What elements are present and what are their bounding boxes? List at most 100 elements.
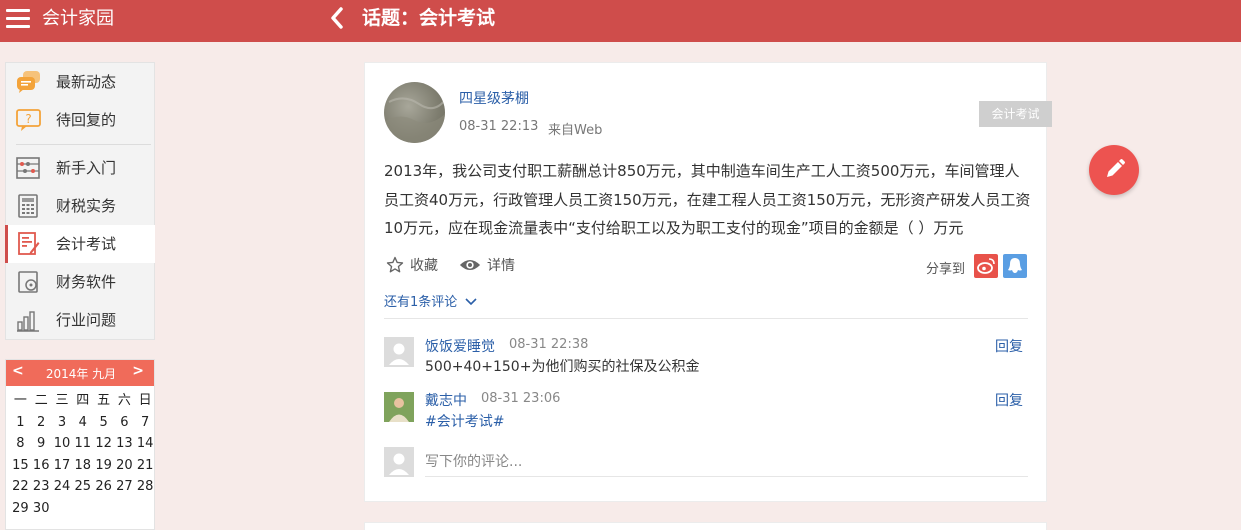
reply-button[interactable]: 回复	[995, 390, 1023, 410]
sidebar-item-accounting-exam[interactable]: 会计考试	[5, 225, 155, 263]
calendar-day[interactable]: 24	[52, 476, 73, 498]
bar-chart-icon	[16, 308, 40, 332]
sidebar-item-tax-practice[interactable]: 财税实务	[6, 187, 155, 225]
sidebar-item-pending-reply[interactable]: ? 待回复的	[6, 101, 155, 139]
calendar-day[interactable]: 30	[31, 498, 52, 520]
calendar-header: < 2014年 九月 >	[6, 360, 154, 386]
calendar-weekday: 四	[76, 393, 90, 408]
calendar-weekday: 三	[55, 393, 69, 408]
weibo-icon	[977, 258, 995, 274]
calendar-day[interactable]: 12	[93, 433, 114, 455]
disk-icon	[16, 270, 40, 294]
sidebar-item-beginner[interactable]: 新手入门	[6, 149, 155, 187]
detail-button[interactable]: 详情	[459, 255, 515, 275]
calendar-day[interactable]: 8	[10, 433, 31, 455]
svg-text:?: ?	[25, 112, 31, 126]
calculator-icon	[16, 194, 40, 218]
calendar-day[interactable]: 18	[72, 455, 93, 477]
sidebar-item-label: 最新动态	[56, 73, 117, 91]
calendar-day[interactable]: 10	[52, 433, 73, 455]
pencil-icon	[1107, 159, 1125, 177]
top-bar: 会计家园 话题：会计考试	[0, 0, 1241, 42]
default-avatar-icon	[384, 337, 414, 367]
share-weibo-button[interactable]	[974, 254, 998, 278]
calendar-day[interactable]: 13	[114, 433, 135, 455]
chevron-down-icon	[465, 298, 477, 306]
detail-label: 详情	[487, 258, 515, 274]
calendar-day[interactable]: 7	[135, 412, 156, 434]
sidebar-item-label: 财税实务	[56, 197, 117, 215]
comment-author[interactable]: 戴志中	[425, 390, 467, 410]
sidebar-item-latest[interactable]: 最新动态	[6, 63, 155, 101]
sidebar: 最新动态 ? 待回复的 新手入门 财税实务 会计考试 财务软件 行业问题	[5, 62, 155, 340]
user-photo-icon	[384, 392, 414, 422]
favorite-button[interactable]: 收藏	[386, 255, 438, 275]
avatar[interactable]	[384, 82, 445, 143]
post-time: 08-31 22:13	[459, 119, 539, 134]
calendar-day[interactable]: 17	[52, 455, 73, 477]
post-author[interactable]: 四星级茅棚	[459, 88, 529, 108]
qq-icon	[1008, 258, 1022, 273]
comment-time: 08-31 22:38	[509, 337, 589, 352]
comment-avatar[interactable]	[384, 392, 414, 422]
calendar-day[interactable]: 6	[114, 412, 135, 434]
calendar-weekday: 日	[138, 393, 152, 408]
comments-divider	[384, 318, 1028, 319]
abacus-icon	[16, 156, 40, 180]
compose-button[interactable]	[1089, 145, 1139, 195]
calendar-day[interactable]: 28	[135, 476, 156, 498]
sidebar-item-label: 待回复的	[56, 111, 117, 129]
comment-time: 08-31 23:06	[481, 391, 561, 406]
more-comments-label: 还有1条评论	[384, 295, 458, 310]
calendar-day[interactable]: 29	[10, 498, 31, 520]
calendar-day[interactable]: 19	[93, 455, 114, 477]
post-body: 2013年，我公司支付职工薪酬总计850万元，其中制造车间生产工人工资500万元…	[384, 162, 1031, 237]
calendar-day[interactable]: 5	[93, 412, 114, 434]
calendar-grid: 一 二 三 四 五 六 日 1 2 3 4 5 6 7 8 9 10 11 12 13 14 15 16 17 1…	[6, 386, 154, 519]
reply-button[interactable]: 回复	[995, 336, 1023, 356]
hamburger-menu-icon[interactable]	[6, 9, 30, 29]
calendar-day[interactable]: 2	[31, 412, 52, 434]
calendar-day[interactable]: 3	[52, 412, 73, 434]
sidebar-item-industry-questions[interactable]: 行业问题	[6, 301, 155, 339]
more-comments-link[interactable]: 还有1条评论	[384, 291, 477, 310]
sidebar-item-label: 财务软件	[56, 273, 117, 291]
calendar-day[interactable]: 25	[72, 476, 93, 498]
calendar-day[interactable]: 20	[114, 455, 135, 477]
topic-tag[interactable]: 会计考试	[979, 101, 1052, 127]
calendar-weekday: 五	[97, 393, 111, 408]
calendar-next-button[interactable]: >	[132, 363, 144, 379]
favorite-label: 收藏	[410, 258, 438, 274]
calendar-day[interactable]: 4	[72, 412, 93, 434]
calendar: < 2014年 九月 > 一 二 三 四 五 六 日 1 2 3 4 5 6 7 8 9 10 11…	[5, 359, 155, 530]
share-qq-button[interactable]	[1003, 254, 1027, 278]
comment-author[interactable]: 饭饭爱睡觉	[425, 336, 495, 356]
calendar-day[interactable]: 14	[135, 433, 156, 455]
calendar-day[interactable]: 16	[31, 455, 52, 477]
back-icon[interactable]	[330, 7, 344, 34]
sidebar-divider	[16, 144, 151, 145]
calendar-day[interactable]: 23	[31, 476, 52, 498]
calendar-day[interactable]: 22	[10, 476, 31, 498]
comment-avatar[interactable]	[384, 337, 414, 367]
post-card: 四星级茅棚 08-31 22:13 来自Web 会计考试 2013年，我公司支付…	[364, 62, 1052, 502]
calendar-day[interactable]: 11	[72, 433, 93, 455]
page-title: 话题：会计考试	[362, 7, 496, 29]
calendar-day[interactable]: 9	[31, 433, 52, 455]
calendar-day[interactable]: 27	[114, 476, 135, 498]
calendar-weekday: 六	[117, 393, 131, 408]
sidebar-item-label: 新手入门	[56, 159, 117, 177]
question-icon: ?	[16, 108, 41, 132]
calendar-day[interactable]: 15	[10, 455, 31, 477]
calendar-weekday: 一	[13, 393, 27, 408]
exam-doc-icon	[16, 232, 40, 256]
comment-topic-link[interactable]: #会计考试#	[425, 411, 504, 431]
calendar-day[interactable]: 1	[10, 412, 31, 434]
calendar-day[interactable]: 26	[93, 476, 114, 498]
calendar-day[interactable]: 21	[135, 455, 156, 477]
chat-bubbles-icon	[16, 70, 40, 94]
star-icon	[386, 256, 404, 273]
comment-input[interactable]	[425, 447, 1028, 477]
share-label: 分享到	[926, 262, 966, 277]
sidebar-item-finance-software[interactable]: 财务软件	[6, 263, 155, 301]
